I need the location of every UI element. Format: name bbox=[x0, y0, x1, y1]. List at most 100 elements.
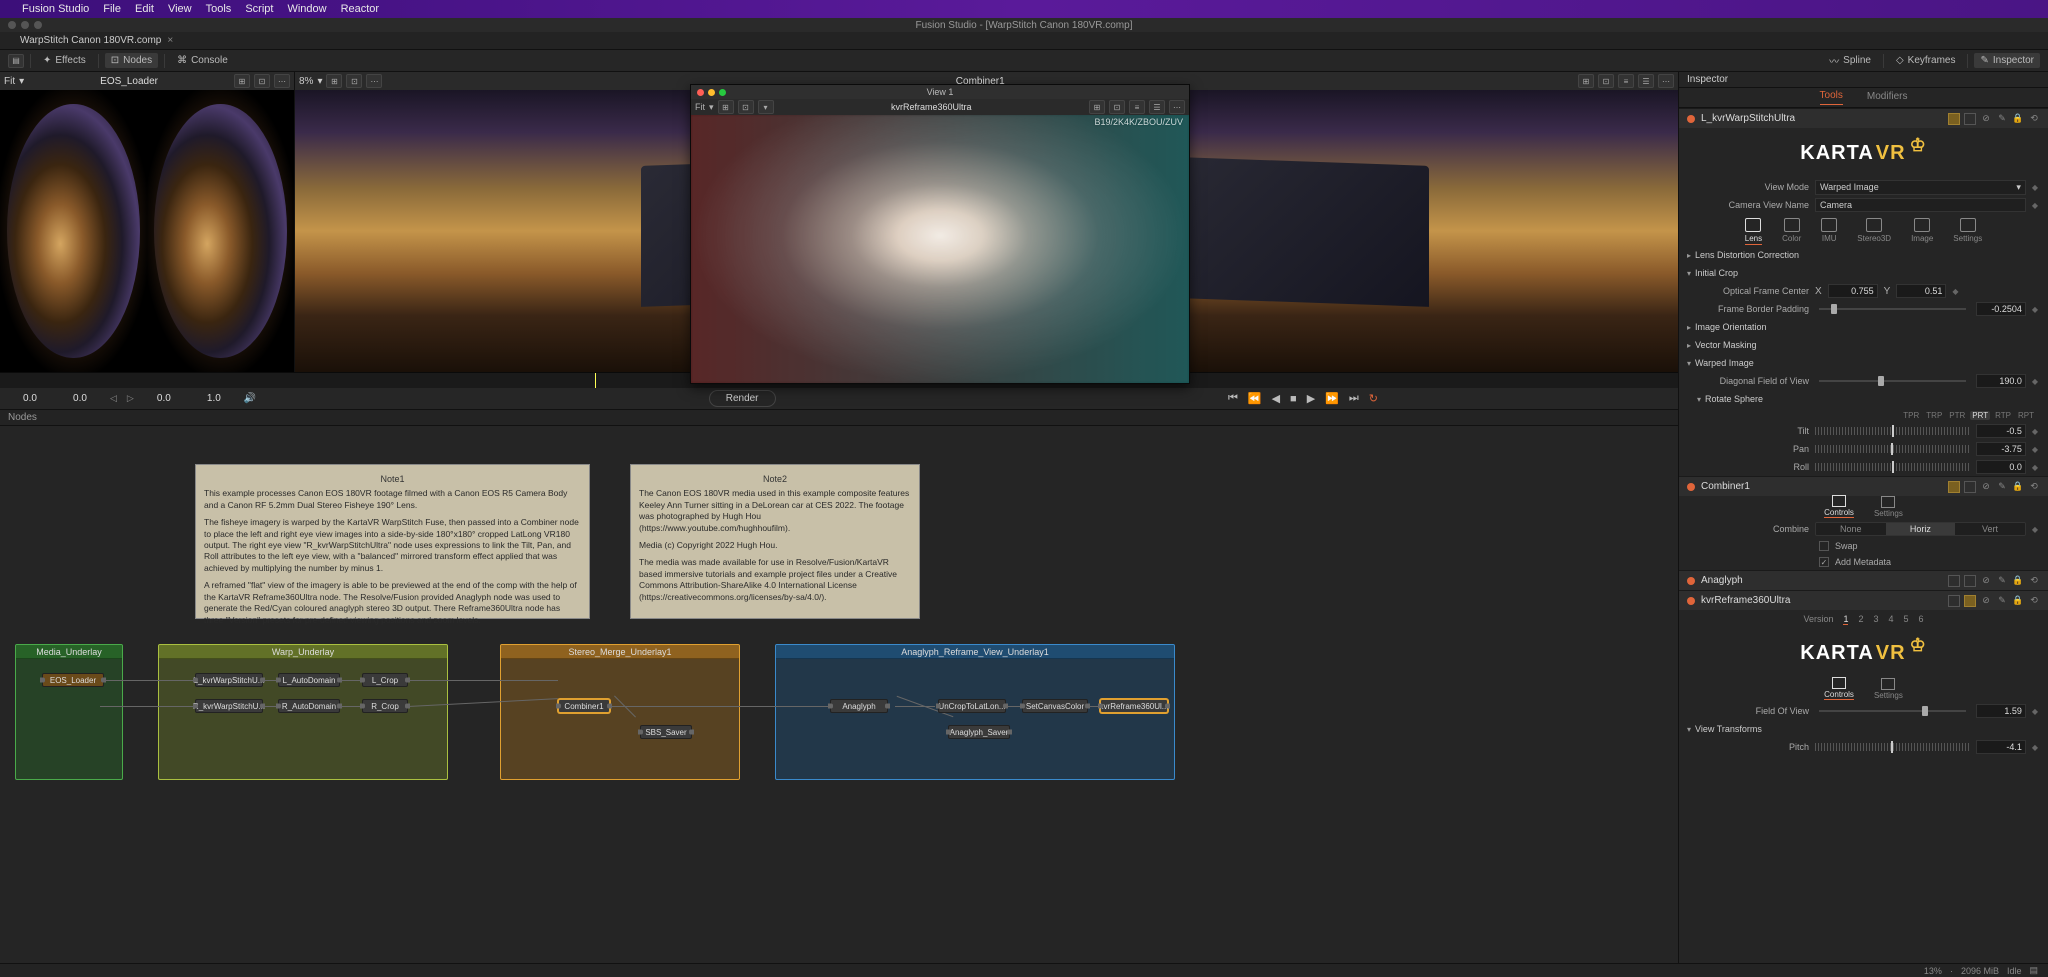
viewer1-a-icon[interactable]: ⊞ bbox=[234, 74, 250, 88]
render-button[interactable]: Render bbox=[709, 390, 776, 407]
rotate-sphere-group[interactable]: ▾Rotate Sphere bbox=[1679, 390, 2048, 408]
step-back-icon[interactable]: ⏪ bbox=[1248, 392, 1262, 405]
media-underlay[interactable]: Media_Underlay bbox=[15, 644, 123, 780]
prev-key-icon[interactable]: ◁ bbox=[110, 393, 117, 404]
node-reframe[interactable]: kvrReframe360Ul... bbox=[1100, 699, 1168, 713]
mode-lens[interactable]: Lens bbox=[1745, 218, 1762, 245]
metadata-checkbox[interactable]: ✓ bbox=[1819, 557, 1829, 567]
version-3[interactable]: 3 bbox=[1874, 614, 1879, 624]
node-uncrop[interactable]: UnCropToLatLon... bbox=[938, 699, 1006, 713]
window-minimize-icon[interactable] bbox=[21, 21, 29, 29]
swap-checkbox-row[interactable]: Swap bbox=[1679, 538, 2048, 554]
node-setcanvas[interactable]: SetCanvasColor bbox=[1022, 699, 1088, 713]
mode-settings[interactable]: Settings bbox=[1953, 218, 1982, 243]
mode-image[interactable]: Image bbox=[1911, 218, 1933, 243]
initial-crop-group[interactable]: ▾Initial Crop bbox=[1679, 264, 2048, 282]
viewer1-menu-icon[interactable]: ⋯ bbox=[274, 74, 290, 88]
tilt-dial[interactable] bbox=[1815, 427, 1970, 435]
version-4[interactable]: 4 bbox=[1889, 614, 1894, 624]
tilt-input[interactable] bbox=[1976, 424, 2026, 438]
metadata-checkbox-row[interactable]: ✓ Add Metadata bbox=[1679, 554, 2048, 570]
warped-image-group[interactable]: ▾Warped Image bbox=[1679, 354, 2048, 372]
float-a-icon[interactable]: ⊞ bbox=[718, 100, 734, 114]
viewer2-b-icon[interactable]: ⊡ bbox=[346, 74, 362, 88]
float-c-icon[interactable]: ▾ bbox=[758, 100, 774, 114]
node-l-crop[interactable]: L_Crop bbox=[362, 673, 408, 687]
comp-tab[interactable]: WarpStitch Canon 180VR.comp × bbox=[10, 35, 183, 46]
node-r-warpstitch[interactable]: R_kvrWarpStitchU... bbox=[195, 699, 263, 713]
range-in[interactable]: 0.0 bbox=[60, 393, 100, 404]
stereo-underlay[interactable]: Stereo_Merge_Underlay1 bbox=[500, 644, 740, 780]
viewer1-b-icon[interactable]: ⊡ bbox=[254, 74, 270, 88]
goto-start-icon[interactable]: ⏮ bbox=[1228, 392, 1238, 405]
roll-input[interactable] bbox=[1976, 460, 2026, 474]
ofc-y-input[interactable] bbox=[1896, 284, 1946, 298]
node-eos-loader[interactable]: EOS_Loader bbox=[42, 673, 104, 687]
tab-modifiers[interactable]: Modifiers bbox=[1867, 91, 1908, 105]
float-fit[interactable]: Fit bbox=[695, 102, 705, 112]
combiner-header[interactable]: Combiner1 ⊘✎🔒⟲ bbox=[1679, 476, 2048, 496]
stop-icon[interactable]: ■ bbox=[1290, 393, 1297, 405]
viewer2-c-icon[interactable]: ⋯ bbox=[366, 74, 382, 88]
node-anaglyph-saver[interactable]: Anaglyph_Saver bbox=[948, 725, 1010, 739]
versions-icon[interactable]: ✎ bbox=[1996, 113, 2008, 125]
menu-tools[interactable]: Tools bbox=[206, 3, 232, 15]
viewer2-opt1-icon[interactable]: ⊞ bbox=[1578, 74, 1594, 88]
roll-dial[interactable] bbox=[1815, 463, 1970, 471]
current-frame[interactable]: 0.0 bbox=[144, 393, 184, 404]
pan-dial[interactable] bbox=[1815, 445, 1970, 453]
reframe-header[interactable]: kvrReframe360Ultra ⊘✎🔒⟲ bbox=[1679, 590, 2048, 610]
play-rev-icon[interactable]: ◀ bbox=[1272, 392, 1280, 405]
view2-indicator-icon[interactable] bbox=[1964, 113, 1976, 125]
mode-imu[interactable]: IMU bbox=[1821, 218, 1837, 243]
viewer1-viewport[interactable] bbox=[0, 90, 294, 372]
play-fwd-icon[interactable]: ▶ bbox=[1307, 392, 1315, 405]
warpstitch-header[interactable]: L_kvrWarpStitchUltra ⊘ ✎ 🔒 ⟲ bbox=[1679, 108, 2048, 128]
flow-graph[interactable]: Note1 This example processes Canon EOS 1… bbox=[0, 426, 1678, 963]
viewer2-opt2-icon[interactable]: ⊡ bbox=[1598, 74, 1614, 88]
combiner-controls-tab[interactable]: Controls bbox=[1824, 495, 1854, 518]
reframe-settings-tab[interactable]: Settings bbox=[1874, 678, 1903, 700]
swap-checkbox[interactable] bbox=[1819, 541, 1829, 551]
version-1[interactable]: 1 bbox=[1843, 614, 1848, 625]
version-6[interactable]: 6 bbox=[1919, 614, 1924, 624]
reframe-controls-tab[interactable]: Controls bbox=[1824, 677, 1854, 700]
inspector-button[interactable]: ✎Inspector bbox=[1974, 53, 2040, 68]
note1[interactable]: Note1 This example processes Canon EOS 1… bbox=[195, 464, 590, 619]
node-r-crop[interactable]: R_Crop bbox=[362, 699, 408, 713]
reset-icon[interactable]: ⟲ bbox=[2028, 113, 2040, 125]
float-close-icon[interactable] bbox=[697, 89, 704, 96]
node-r-autodomain[interactable]: R_AutoDomain bbox=[278, 699, 340, 713]
viewer2-menu-icon[interactable]: ⋯ bbox=[1658, 74, 1674, 88]
console-button[interactable]: ⌘Console bbox=[171, 53, 234, 68]
fov-input[interactable] bbox=[1976, 704, 2026, 718]
float-opt1-icon[interactable]: ⊞ bbox=[1089, 100, 1105, 114]
float-b-icon[interactable]: ⊡ bbox=[738, 100, 754, 114]
keyframes-button[interactable]: ◇Keyframes bbox=[1890, 53, 1962, 68]
node-l-warpstitch[interactable]: L_kvrWarpStitchU... bbox=[195, 673, 263, 687]
lock-icon[interactable]: 🔒 bbox=[2012, 113, 2024, 125]
spline-button[interactable]: 〰Spline bbox=[1823, 51, 1877, 70]
step-fwd-icon[interactable]: ⏩ bbox=[1325, 392, 1339, 405]
rotation-order[interactable]: TPR TRP PTR PRT RTP RPT bbox=[1679, 408, 2048, 422]
pan-input[interactable] bbox=[1976, 442, 2026, 456]
floating-viewer[interactable]: View 1 Fit▾ ⊞ ⊡ ▾ kvrReframe360Ultra ⊞ ⊡… bbox=[690, 84, 1190, 384]
fbp-slider[interactable] bbox=[1819, 308, 1966, 310]
nodes-button[interactable]: ⊡Nodes bbox=[105, 53, 158, 68]
tab-close-icon[interactable]: × bbox=[167, 35, 173, 46]
viewer2-zoom[interactable]: 8% bbox=[299, 76, 313, 87]
fov-slider[interactable] bbox=[1819, 710, 1966, 712]
vector-masking-group[interactable]: ▸Vector Masking bbox=[1679, 336, 2048, 354]
lens-distortion-group[interactable]: ▸Lens Distortion Correction bbox=[1679, 246, 2048, 264]
node-l-autodomain[interactable]: L_AutoDomain bbox=[278, 673, 340, 687]
sidebar-toggle-icon[interactable]: ▤ bbox=[8, 54, 24, 68]
effects-button[interactable]: ✦Effects bbox=[37, 53, 92, 68]
float-opt4-icon[interactable]: ☰ bbox=[1149, 100, 1165, 114]
view-transforms-group[interactable]: ▾View Transforms bbox=[1679, 720, 2048, 738]
view-mode-dropdown[interactable]: Warped Image▾ bbox=[1815, 180, 2026, 195]
float-opt2-icon[interactable]: ⊡ bbox=[1109, 100, 1125, 114]
view1-indicator-icon[interactable] bbox=[1948, 113, 1960, 125]
window-maximize-icon[interactable] bbox=[34, 21, 42, 29]
combine-segmented[interactable]: None Horiz Vert bbox=[1815, 522, 2026, 536]
node-anaglyph[interactable]: Anaglyph bbox=[830, 699, 888, 713]
